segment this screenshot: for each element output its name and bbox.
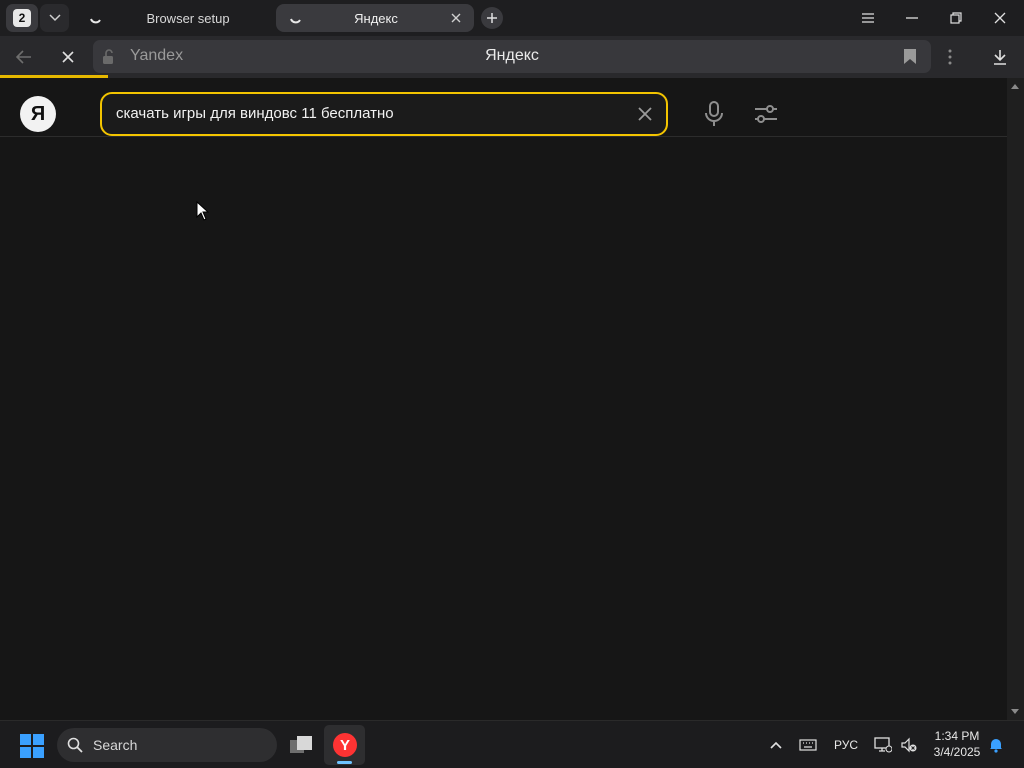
touch-keyboard-button[interactable] — [796, 734, 820, 756]
search-query: скачать игры для виндовс 11 бесплатно — [116, 105, 394, 122]
filters-icon[interactable] — [752, 102, 780, 126]
download-icon — [994, 50, 1006, 65]
back-button[interactable] — [6, 40, 42, 74]
vertical-scrollbar[interactable] — [1007, 78, 1024, 720]
tab-count: 2 — [13, 9, 31, 27]
windows-logo-tile — [20, 747, 31, 758]
tab-browser-setup[interactable]: Browser setup — [76, 4, 272, 32]
windows-logo-tile — [33, 747, 44, 758]
input-language-indicator[interactable]: РУС — [828, 734, 864, 756]
start-button[interactable] — [20, 734, 44, 758]
search-input[interactable]: скачать игры для виндовс 11 бесплатно — [100, 92, 668, 136]
windows-logo-tile — [33, 734, 44, 745]
tab-label: Яндекс — [354, 10, 398, 26]
clear-icon[interactable] — [636, 105, 654, 123]
more-options-button[interactable] — [940, 40, 960, 74]
clock-date: 3/4/2025 — [933, 745, 981, 759]
web-page: Я скачать игры для виндовс 11 бесплатно — [0, 78, 1007, 720]
windows-logo-tile — [20, 734, 31, 745]
search-icon — [67, 737, 83, 753]
tab-yandex[interactable]: Яндекс — [276, 4, 474, 32]
mouse-cursor-icon — [196, 201, 210, 221]
arrow-left-icon — [16, 50, 31, 64]
clock-time: 1:34 PM — [934, 729, 980, 743]
scroll-up-arrow-icon[interactable] — [1011, 84, 1019, 89]
tab-list-button[interactable] — [40, 4, 69, 32]
microphone-icon[interactable] — [701, 100, 727, 128]
close-icon — [451, 13, 461, 23]
yandex-logo[interactable]: Я — [20, 96, 56, 132]
keyboard-icon — [799, 739, 817, 751]
notifications-button[interactable] — [986, 734, 1006, 756]
loading-icon — [90, 18, 101, 24]
tab-label: Browser setup — [146, 10, 230, 26]
close-tab-button[interactable] — [448, 10, 464, 26]
restore-icon — [950, 12, 962, 24]
taskbar-search-label: Search — [93, 737, 138, 753]
volume-muted-icon — [901, 737, 917, 753]
yandex-browser-taskbar-app[interactable]: Y — [324, 725, 365, 765]
scroll-down-arrow-icon[interactable] — [1011, 709, 1019, 714]
task-view-icon[interactable] — [288, 733, 314, 757]
app-running-indicator — [337, 761, 352, 764]
bell-icon — [990, 739, 1002, 753]
hamburger-icon — [862, 13, 874, 23]
page-title: Яндекс — [485, 47, 539, 64]
plus-icon — [487, 13, 497, 23]
minimize-button[interactable] — [890, 0, 934, 36]
browser-menu-button[interactable] — [846, 0, 890, 36]
title-bar: 2 Browser setup Яндекс — [0, 0, 1024, 36]
search-header: Я скачать игры для виндовс 11 бесплатно — [0, 78, 1007, 137]
tab-counter-button[interactable]: 2 — [6, 4, 38, 32]
new-tab-button[interactable] — [481, 7, 503, 29]
system-clock[interactable]: 1:34 PM 3/4/2025 — [926, 728, 988, 760]
close-icon — [994, 12, 1006, 24]
taskbar: Search Y РУС 1:34 PM 3/4/2025 — [0, 720, 1024, 768]
loading-icon — [290, 18, 301, 24]
close-window-button[interactable] — [978, 0, 1022, 36]
network-icon — [874, 737, 892, 753]
network-status-button[interactable] — [872, 734, 894, 756]
restore-button[interactable] — [934, 0, 978, 36]
stop-loading-button[interactable] — [50, 40, 86, 74]
chevron-down-icon — [48, 14, 61, 22]
minimize-icon — [906, 17, 918, 19]
yandex-browser-icon: Y — [333, 733, 357, 757]
chevron-up-icon — [770, 741, 782, 749]
bookmark-icon[interactable] — [903, 48, 917, 65]
taskbar-search-box[interactable]: Search — [57, 728, 277, 762]
volume-button[interactable] — [898, 734, 920, 756]
show-hidden-icons-button[interactable] — [766, 734, 786, 756]
more-vertical-icon — [948, 49, 952, 65]
omnibox[interactable]: Yandex Яндекс — [93, 40, 931, 73]
close-icon — [62, 51, 74, 63]
downloads-button[interactable] — [986, 40, 1014, 74]
